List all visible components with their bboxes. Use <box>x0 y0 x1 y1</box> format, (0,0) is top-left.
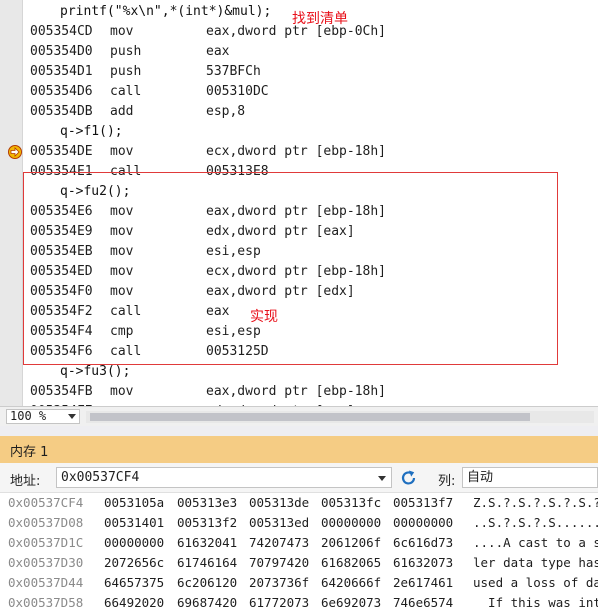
instruction-operands: ecx,dword ptr [ebp-18h] <box>206 144 387 159</box>
memory-address: 0x00537D44 <box>8 575 84 590</box>
instruction-address: 005354DE <box>30 144 93 159</box>
zoom-bar: 100 % <box>0 406 598 426</box>
memory-hex-word[interactable]: 74207473 <box>249 533 309 553</box>
memory-rows[interactable]: 0x00537CF4 0053105a 005313e3 005313de 005313… <box>0 493 598 609</box>
memory-ascii[interactable]: ler data type has ca <box>473 553 598 573</box>
memory-address: 0x00537D58 <box>8 595 84 609</box>
source-text: q->f1(); <box>60 124 123 139</box>
horizontal-scrollbar[interactable] <box>86 411 594 423</box>
memory-hex-word[interactable]: 61632073 <box>393 553 453 573</box>
address-label: 地址: <box>10 474 41 489</box>
address-value: 0x00537CF4 <box>61 470 140 485</box>
instruction-operands: 537BFCh <box>206 64 261 79</box>
memory-row[interactable]: 0x00537D58 66492020 69687420 61772073 6e6920… <box>0 593 598 609</box>
memory-hex-word[interactable]: 005313f2 <box>177 513 237 533</box>
memory-hex-word[interactable]: 69687420 <box>177 593 237 609</box>
address-input[interactable]: 0x00537CF4 <box>56 467 392 488</box>
zoom-select[interactable]: 100 % <box>6 409 80 424</box>
instruction-opcode: mov <box>110 24 134 39</box>
panel-splitter[interactable] <box>0 426 598 436</box>
instruction-opcode: call <box>110 84 142 99</box>
memory-row[interactable]: 0x00537D1C 00000000 61632041 74207473 206120… <box>0 533 598 553</box>
memory-hex-word[interactable]: 005313fc <box>321 493 381 513</box>
instruction-operands: eax,dword ptr [ebp-18h] <box>206 384 387 399</box>
instruction-address: 005354D6 <box>30 84 93 99</box>
memory-address: 0x00537D30 <box>8 555 84 570</box>
instruction-address: 005354D0 <box>30 44 93 59</box>
instruction-operands: 005310DC <box>206 84 269 99</box>
memory-ascii[interactable]: If this was intent <box>473 593 598 609</box>
instruction-operands: eax <box>206 44 230 59</box>
address-dropdown-button[interactable] <box>374 468 390 487</box>
memory-ascii[interactable]: Z.S.?.S.?.S.?.S.?.S. <box>473 493 598 513</box>
columns-select[interactable]: 自动 <box>462 467 598 488</box>
memory-hex-word[interactable]: 00000000 <box>321 513 381 533</box>
memory-hex-word[interactable]: 2061206f <box>321 533 381 553</box>
disassembly-view[interactable]: printf("%x\n",*(int*)&mul); 005354CD mov ea… <box>0 0 598 406</box>
instruction-address: 005354DB <box>30 104 93 119</box>
highlight-box <box>23 172 558 365</box>
refresh-icon <box>401 470 416 485</box>
memory-row[interactable]: 0x00537D08 00531401 005313f2 005313ed 000000… <box>0 513 598 533</box>
source-text: q->fu3(); <box>60 364 131 379</box>
source-text: printf("%x\n",*(int*)&mul); <box>60 4 272 19</box>
memory-hex-word[interactable]: 00000000 <box>393 513 453 533</box>
memory-hex-word[interactable]: 61746164 <box>177 553 237 573</box>
refresh-button[interactable] <box>398 468 420 488</box>
memory-hex-word[interactable]: 66492020 <box>104 593 164 609</box>
memory-hex-word[interactable]: 0053105a <box>104 493 164 513</box>
instruction-opcode: push <box>110 44 142 59</box>
memory-hex-word[interactable]: 746e6574 <box>393 593 453 609</box>
chevron-down-icon <box>378 476 386 481</box>
instruction-opcode: push <box>110 64 142 79</box>
memory-hex-word[interactable]: 005313ed <box>249 513 309 533</box>
instruction-opcode: mov <box>110 384 134 399</box>
annotation-implement: 实现 <box>250 309 278 325</box>
memory-hex-word[interactable]: 6420666f <box>321 573 381 593</box>
memory-hex-word[interactable]: 61632041 <box>177 533 237 553</box>
instruction-address: 005354D1 <box>30 64 93 79</box>
breakpoint-gutter[interactable] <box>0 0 23 406</box>
memory-hex-word[interactable]: 70797420 <box>249 553 309 573</box>
memory-hex-word[interactable]: 005313e3 <box>177 493 237 513</box>
memory-hex-word[interactable]: 00531401 <box>104 513 164 533</box>
memory-row[interactable]: 0x00537CF4 0053105a 005313e3 005313de 005313… <box>0 493 598 513</box>
memory-hex-word[interactable]: 6e692073 <box>321 593 381 609</box>
memory-address: 0x00537CF4 <box>8 495 84 510</box>
annotation-find-list: 找到清单 <box>292 11 348 27</box>
memory-window: 内存 1 地址: 0x00537CF4 列: 自动 0x00537CF4 0053… <box>0 426 598 609</box>
columns-label: 列: <box>438 474 456 489</box>
memory-hex-word[interactable]: 2073736f <box>249 573 309 593</box>
instruction-address: 005354CD <box>30 24 93 39</box>
memory-hex-word[interactable]: 64657375 <box>104 573 164 593</box>
memory-title: 内存 1 <box>10 445 49 460</box>
memory-row[interactable]: 0x00537D44 64657375 6c206120 2073736f 642066… <box>0 573 598 593</box>
instruction-address: 005354FB <box>30 384 93 399</box>
memory-ascii[interactable]: used a loss of data. <box>473 573 598 593</box>
memory-hex-word[interactable]: 2072656c <box>104 553 164 573</box>
memory-row[interactable]: 0x00537D30 2072656c 61746164 70797420 616820… <box>0 553 598 573</box>
columns-value: 自动 <box>467 470 494 485</box>
memory-hex-word[interactable]: 6c616d73 <box>393 533 453 553</box>
instruction-operands: esp,8 <box>206 104 246 119</box>
instruction-opcode: mov <box>110 144 134 159</box>
memory-ascii[interactable]: ..S.?.S.?.S......... <box>473 513 598 533</box>
memory-toolbar: 地址: 0x00537CF4 列: 自动 <box>0 463 598 493</box>
chevron-down-icon <box>68 414 76 419</box>
memory-hex-word[interactable]: 6c206120 <box>177 573 237 593</box>
memory-hex-word[interactable]: 005313de <box>249 493 309 513</box>
instruction-pointer-arrow-icon <box>8 145 22 159</box>
memory-hex-word[interactable]: 005313f7 <box>393 493 453 513</box>
memory-ascii[interactable]: ....A cast to a smal <box>473 533 598 553</box>
instruction-opcode: add <box>110 104 134 119</box>
memory-hex-word[interactable]: 61772073 <box>249 593 309 609</box>
zoom-value: 100 % <box>10 409 47 423</box>
memory-address: 0x00537D08 <box>8 515 84 530</box>
memory-address: 0x00537D1C <box>8 535 84 550</box>
scrollbar-thumb[interactable] <box>90 413 530 421</box>
memory-title-bar[interactable]: 内存 1 <box>0 436 598 463</box>
memory-hex-word[interactable]: 2e617461 <box>393 573 453 593</box>
memory-hex-word[interactable]: 61682065 <box>321 553 381 573</box>
memory-hex-word[interactable]: 00000000 <box>104 533 164 553</box>
